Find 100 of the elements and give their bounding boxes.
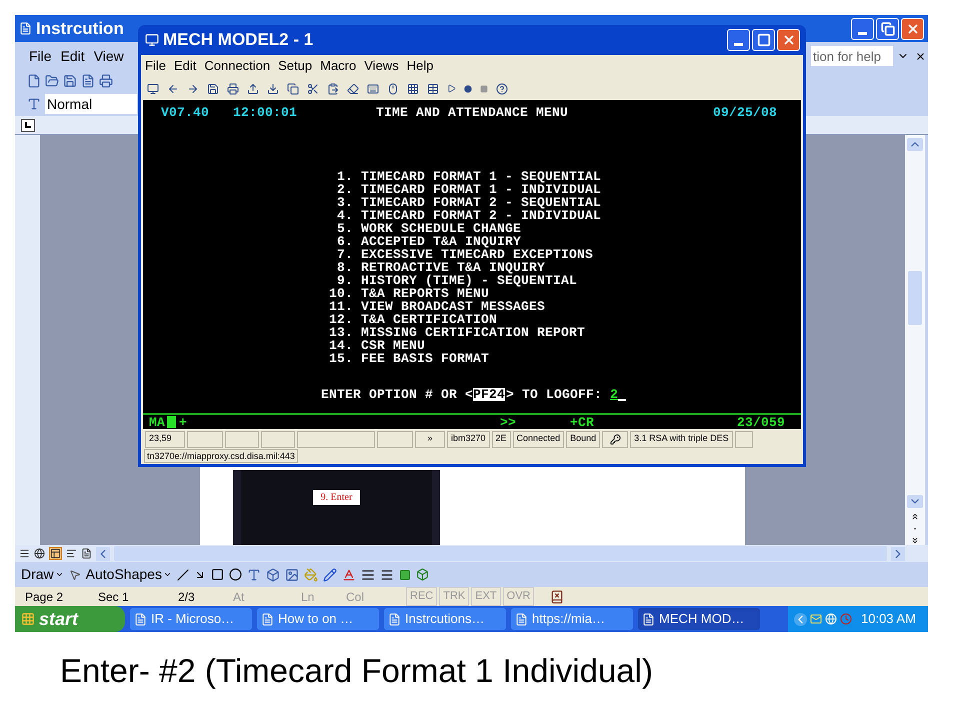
autoshapes-menu[interactable]: AutoShapes (86, 564, 162, 585)
toolbar-icon[interactable] (247, 82, 259, 94)
toolbar-icon[interactable] (387, 82, 399, 94)
line-color-icon[interactable] (322, 568, 337, 582)
picture-icon[interactable] (284, 568, 299, 582)
window-title: MECH MODEL2 - 1 (163, 29, 314, 52)
three-d-icon[interactable] (416, 568, 429, 581)
option-label: EXCESSIVE TIMECARD EXCEPTIONS (361, 248, 594, 261)
start-button[interactable]: start (15, 606, 125, 632)
mode-indicator: REC (406, 587, 438, 606)
style-icon[interactable] (27, 97, 41, 111)
tab-selector-icon[interactable] (21, 118, 35, 132)
status-cell: ibm3270 (447, 430, 490, 448)
mail-icon[interactable] (810, 613, 822, 625)
minimize-button[interactable] (851, 18, 874, 40)
toolbar-icon[interactable] (207, 82, 219, 94)
menu-item[interactable]: Edit (174, 56, 196, 76)
toolbar-icon[interactable] (167, 82, 179, 94)
document-icon[interactable] (81, 74, 95, 88)
scroll-thumb[interactable] (908, 270, 922, 326)
dropdown-icon[interactable] (162, 570, 172, 579)
new-document-icon[interactable] (27, 74, 41, 88)
web-view-icon[interactable] (34, 548, 45, 559)
oval-icon[interactable] (228, 568, 242, 581)
menu-item[interactable]: File (29, 46, 52, 66)
toolbar-icon[interactable] (327, 82, 339, 94)
prompt-text: ENTER OPTION # OR < (321, 388, 474, 401)
normal-view-icon[interactable] (19, 548, 30, 559)
toolbar-icon[interactable] (227, 82, 239, 94)
font-color-icon[interactable] (342, 568, 356, 582)
draw-menu[interactable]: Draw (21, 564, 54, 585)
scroll-up-button[interactable] (907, 138, 923, 151)
window-icon (134, 612, 147, 626)
toolbar-icon[interactable] (307, 82, 319, 94)
max-icon (756, 33, 770, 47)
network-icon[interactable] (825, 613, 837, 625)
taskbar-button[interactable]: MECH MOD… (638, 608, 760, 630)
toolbar-icon[interactable] (187, 82, 199, 94)
menu-item[interactable]: Edit (60, 46, 85, 66)
toolbar-icon[interactable] (427, 82, 439, 94)
key-highlight: PF24 (473, 388, 506, 401)
line-icon[interactable] (176, 568, 189, 580)
option-number: 4. (336, 209, 353, 222)
pointer-icon[interactable] (68, 568, 81, 580)
menu-item[interactable]: View (94, 46, 124, 66)
toolbar-icon[interactable] (147, 82, 159, 94)
expand-tray-icon[interactable] (794, 612, 807, 626)
folder-icon[interactable] (45, 74, 59, 88)
dropdown-icon[interactable] (54, 570, 64, 579)
outline-view-icon[interactable] (66, 548, 77, 559)
play-icon[interactable] (447, 84, 456, 93)
print-icon[interactable] (99, 74, 113, 88)
shadow-icon[interactable] (398, 568, 411, 580)
maximize-button[interactable] (752, 29, 775, 51)
dash-style-icon[interactable] (380, 568, 394, 582)
toolbar-icon[interactable] (347, 82, 359, 94)
status-cell: Bound (566, 430, 600, 448)
print-layout-icon[interactable] (49, 547, 62, 560)
style-box[interactable]: Normal (45, 94, 137, 114)
previous-page-icon[interactable] (910, 512, 920, 521)
scroll-right-button[interactable] (891, 546, 905, 560)
menu-item[interactable]: Help (406, 56, 434, 76)
minimize-icon (858, 32, 867, 34)
restore-button[interactable] (876, 18, 899, 40)
menu-item[interactable]: Views (364, 56, 399, 76)
toolbar-icon[interactable] (367, 82, 379, 94)
fill-color-icon[interactable] (304, 568, 318, 582)
option-label: TIMECARD FORMAT 1 - INDIVIDUAL (361, 183, 602, 196)
close-icon[interactable] (915, 50, 926, 62)
mode-indicator: EXT (471, 587, 501, 606)
empty-status-cell (261, 430, 295, 448)
taskbar-button[interactable]: How to on … (257, 608, 379, 630)
toolbar-icon[interactable] (407, 82, 419, 94)
record-icon[interactable] (464, 84, 472, 92)
menu-item[interactable]: Setup (278, 56, 312, 76)
app-icon (145, 33, 159, 47)
scroll-left-button[interactable] (96, 546, 110, 560)
text-box-icon[interactable] (246, 568, 261, 582)
minimize-button[interactable] (727, 29, 750, 51)
rectangle-icon[interactable] (210, 568, 224, 581)
help-icon[interactable] (496, 82, 508, 94)
taskbar-button[interactable]: Instrcutions… (384, 608, 506, 630)
taskbar-button[interactable]: IR - Microso… (130, 608, 252, 630)
save-icon[interactable] (63, 74, 77, 88)
menu-item[interactable]: Connection (204, 56, 270, 76)
reading-view-icon[interactable] (81, 548, 92, 559)
close-button[interactable] (901, 18, 924, 40)
toolbar-icon[interactable] (287, 82, 299, 94)
menu-item[interactable]: File (145, 56, 166, 76)
diagram-icon[interactable] (266, 568, 280, 582)
connection-url: tn3270e://miapproxy.csd.disa.mil:443 (144, 449, 298, 463)
help-field[interactable]: tion for help (811, 46, 893, 66)
menu-item[interactable]: Macro (320, 56, 356, 76)
taskbar-button[interactable]: https://mia… (511, 608, 633, 630)
close-button[interactable] (777, 29, 800, 51)
scroll-down-button[interactable] (907, 495, 923, 508)
toolbar-icon[interactable] (267, 82, 279, 94)
line-style-icon[interactable] (360, 568, 375, 582)
option-number: 9. (336, 274, 353, 287)
next-page-icon[interactable] (910, 536, 920, 545)
